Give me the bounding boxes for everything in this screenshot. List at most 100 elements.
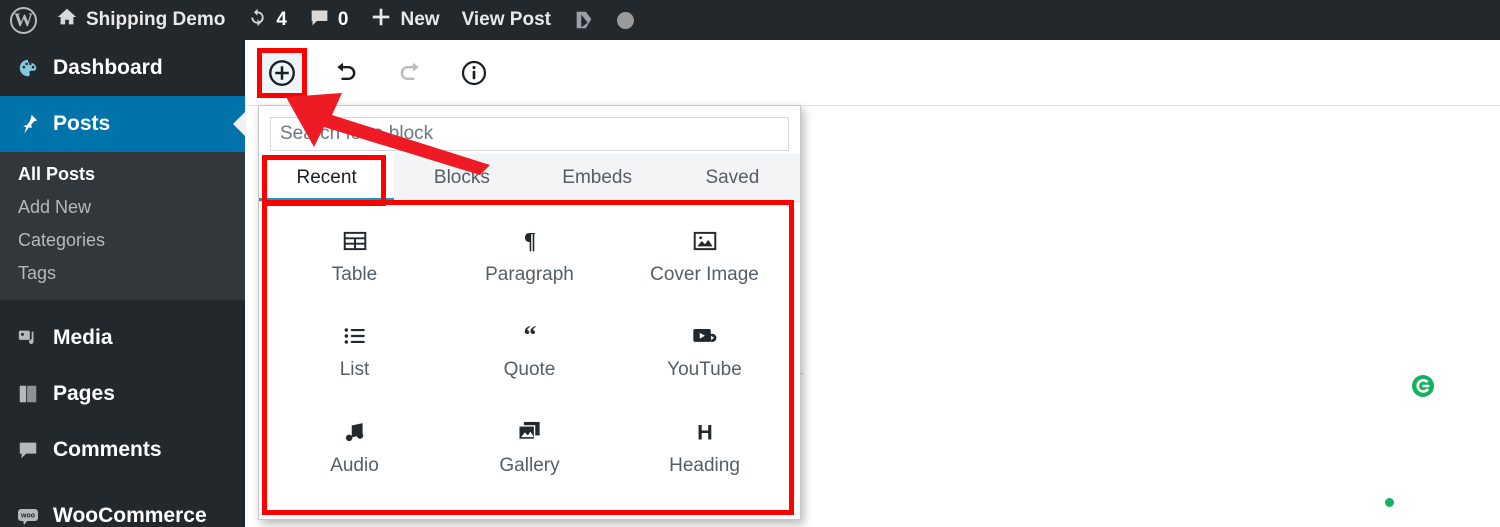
sidebar-item-label: Comments <box>53 438 162 461</box>
undo-button[interactable] <box>326 53 366 93</box>
sidebar-item-label: Media <box>53 326 113 349</box>
submenu-label: All Posts <box>18 164 96 184</box>
woocommerce-icon: woo <box>16 504 40 527</box>
sidebar-item-posts[interactable]: Posts <box>0 96 246 152</box>
block-search-wrapper <box>259 106 800 154</box>
tab-blocks[interactable]: Blocks <box>394 154 529 201</box>
view-post-button[interactable]: View Post <box>451 0 562 40</box>
submenu-label: Add New <box>18 197 92 217</box>
updates-icon <box>247 7 268 34</box>
block-label: Gallery <box>499 454 560 476</box>
block-label: Heading <box>669 454 740 476</box>
block-grid: Table ¶ Paragraph Cover Image List “ Quo… <box>259 202 800 520</box>
block-label: Quote <box>503 359 556 381</box>
content-info-button[interactable] <box>454 53 494 93</box>
quote-icon: “ <box>517 321 543 351</box>
media-icon <box>16 326 40 350</box>
block-item-cover-image[interactable]: Cover Image <box>617 216 792 311</box>
tab-embeds[interactable]: Embeds <box>530 154 665 201</box>
site-name-button[interactable]: Shipping Demo <box>45 0 236 40</box>
youtube-icon <box>691 321 719 351</box>
home-icon <box>56 6 78 34</box>
svg-text:H: H <box>697 419 713 444</box>
tab-label: Saved <box>705 166 760 188</box>
editor-toolbar <box>245 40 1500 106</box>
block-label: Table <box>331 264 378 285</box>
updates-button[interactable]: 4 <box>236 0 298 40</box>
menu-separator <box>0 300 245 310</box>
menu-separator <box>0 478 245 488</box>
sidebar-item-dashboard[interactable]: Dashboard <box>0 40 245 96</box>
block-label: Cover Image <box>650 264 759 285</box>
admin-sidebar: Dashboard Posts All Posts Add New Catego… <box>0 40 246 527</box>
block-item-youtube[interactable]: YouTube <box>617 311 792 406</box>
audio-icon <box>342 417 368 447</box>
sidebar-item-media[interactable]: Media <box>0 310 245 366</box>
block-label: Paragraph <box>485 264 574 285</box>
wordpress-logo-icon: W <box>10 6 37 34</box>
sidebar-item-categories[interactable]: Categories <box>0 224 245 257</box>
sidebar-item-add-new[interactable]: Add New <box>0 191 245 224</box>
new-content-button[interactable]: New <box>359 0 450 40</box>
tab-recent[interactable]: Recent <box>259 154 395 201</box>
list-icon <box>342 321 368 351</box>
pages-icon <box>16 382 40 406</box>
block-inserter-panel: Recent Blocks Embeds Saved Table ¶ <box>258 105 801 520</box>
tab-label: Blocks <box>433 166 490 188</box>
block-item-paragraph[interactable]: ¶ Paragraph <box>442 216 617 311</box>
sidebar-item-tags[interactable]: Tags <box>0 257 245 290</box>
admin-bar: W Shipping Demo 4 0 New View Post <box>0 0 1500 40</box>
plus-icon <box>370 6 392 34</box>
submenu-label: Tags <box>18 263 57 283</box>
svg-text:woo: woo <box>20 513 35 520</box>
sidebar-item-label: Dashboard <box>53 56 163 79</box>
pin-icon <box>16 112 40 136</box>
block-item-table[interactable]: Table <box>267 216 442 311</box>
redo-button[interactable] <box>390 53 430 93</box>
posts-submenu: All Posts Add New Categories Tags <box>0 152 245 300</box>
wordpress-logo-button[interactable]: W <box>0 0 45 40</box>
block-label: List <box>339 359 370 381</box>
submenu-label: Categories <box>18 230 106 250</box>
sidebar-item-all-posts[interactable]: All Posts <box>0 158 245 191</box>
sidebar-item-label: Posts <box>53 112 111 135</box>
grammarly-icon[interactable] <box>1411 374 1435 398</box>
dashboard-icon <box>16 56 40 80</box>
svg-text:“: “ <box>523 323 536 349</box>
comment-bubble-icon <box>309 7 330 34</box>
sidebar-item-pages[interactable]: Pages <box>0 366 245 422</box>
tab-saved[interactable]: Saved <box>665 154 800 201</box>
sidebar-item-label: Pages <box>53 382 115 405</box>
yoast-seo-button[interactable] <box>562 0 606 40</box>
block-label: YouTube <box>667 359 742 381</box>
inserter-tabs: Recent Blocks Embeds Saved <box>259 154 800 202</box>
comments-count: 0 <box>337 9 349 30</box>
block-search-input[interactable] <box>270 117 789 151</box>
cover-image-icon <box>692 226 718 256</box>
sidebar-item-label: WooCommerce <box>53 504 207 527</box>
sidebar-item-woocommerce[interactable]: woo WooCommerce <box>0 488 245 527</box>
pilcrow-icon: ¶ <box>517 226 543 256</box>
block-label: Audio <box>330 454 379 476</box>
yoast-icon <box>573 9 595 31</box>
block-item-audio[interactable]: Audio <box>267 407 442 502</box>
account-button[interactable] <box>606 0 645 40</box>
status-dot <box>1385 498 1394 507</box>
avatar <box>616 11 634 29</box>
sidebar-item-comments[interactable]: Comments <box>0 422 245 478</box>
block-item-quote[interactable]: “ Quote <box>442 311 617 406</box>
block-item-list[interactable]: List <box>267 311 442 406</box>
view-post-label: View Post <box>461 9 551 30</box>
block-item-gallery[interactable]: Gallery <box>442 407 617 502</box>
gallery-icon <box>516 417 543 447</box>
svg-text:¶: ¶ <box>523 229 535 254</box>
comments-button[interactable]: 0 <box>298 0 360 40</box>
heading-icon: H <box>692 417 718 447</box>
active-arrow-icon <box>233 111 246 137</box>
add-block-button[interactable] <box>257 47 307 98</box>
block-item-heading[interactable]: H Heading <box>617 407 792 502</box>
tab-label: Recent <box>296 166 357 188</box>
screen: W Shipping Demo 4 0 New View Post Dashbo… <box>0 0 1500 527</box>
new-label: New <box>400 9 440 30</box>
site-name-label: Shipping Demo <box>86 9 226 30</box>
